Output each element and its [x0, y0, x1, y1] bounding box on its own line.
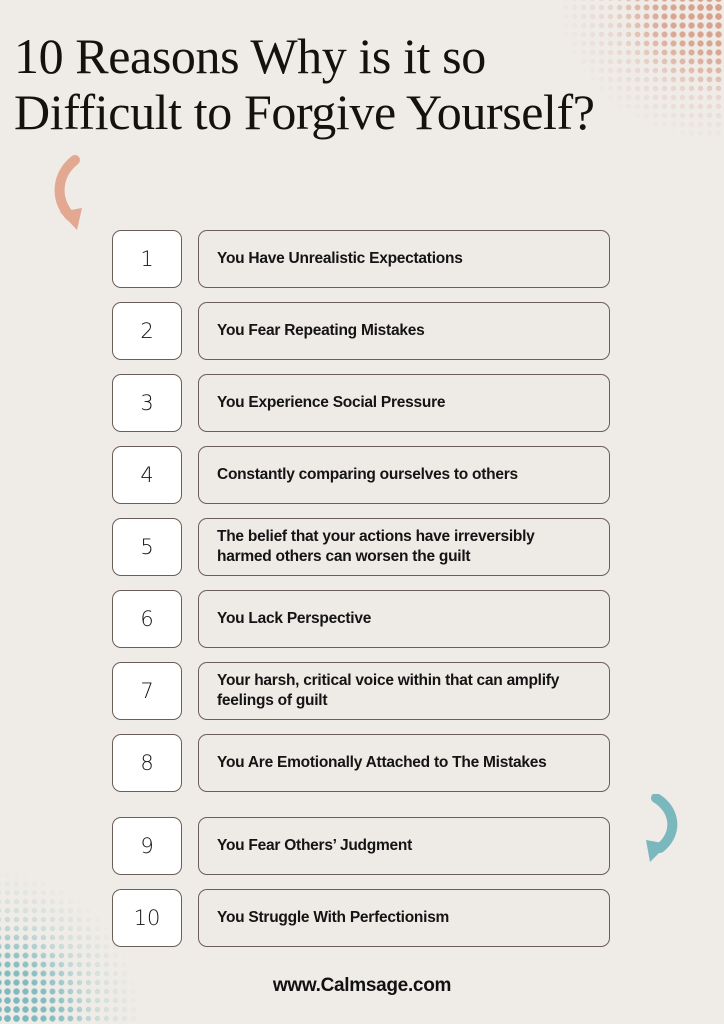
- reason-number: 8: [140, 751, 154, 775]
- list-item[interactable]: 2 You Fear Repeating Mistakes: [112, 302, 612, 360]
- reason-number: 10: [133, 906, 161, 930]
- reason-number-badge: 5: [112, 518, 182, 576]
- reason-number-badge: 2: [112, 302, 182, 360]
- reason-text: You Struggle With Perfectionism: [217, 909, 450, 926]
- reason-text: You Fear Repeating Mistakes: [217, 322, 425, 339]
- list-item[interactable]: 7 Your harsh, critical voice within that…: [112, 662, 612, 720]
- reason-number: 4: [140, 463, 154, 487]
- reason-number-badge: 4: [112, 446, 182, 504]
- reason-text: You Are Emotionally Attached to The Mist…: [217, 754, 547, 771]
- reason-number: 6: [140, 607, 154, 631]
- reason-text-card: Constantly comparing ourselves to others: [198, 446, 610, 504]
- reason-number-badge: 1: [112, 230, 182, 288]
- reason-text-card: You Have Unrealistic Expectations: [198, 230, 610, 288]
- list-item[interactable]: 1 You Have Unrealistic Expectations: [112, 230, 612, 288]
- reason-text-card: You Lack Perspective: [198, 590, 610, 648]
- reason-number: 2: [140, 319, 154, 343]
- reason-text-card: You Experience Social Pressure: [198, 374, 610, 432]
- list-item[interactable]: 9 You Fear Others’ Judgment: [112, 817, 612, 875]
- reason-text: You Have Unrealistic Expectations: [217, 250, 463, 267]
- list-item[interactable]: 8 You Are Emotionally Attached to The Mi…: [112, 734, 612, 792]
- reason-number: 9: [140, 834, 154, 858]
- list-item[interactable]: 3 You Experience Social Pressure: [112, 374, 612, 432]
- reason-text: You Lack Perspective: [217, 610, 372, 627]
- curved-arrow-down-left-icon: [628, 793, 690, 875]
- reason-number-badge: 8: [112, 734, 182, 792]
- reason-list: 1 You Have Unrealistic Expectations 2 Yo…: [112, 230, 612, 961]
- reason-number: 3: [140, 391, 154, 415]
- reason-number: 7: [140, 679, 154, 703]
- reason-number-badge: 7: [112, 662, 182, 720]
- reason-number-badge: 6: [112, 590, 182, 648]
- reason-text: Your harsh, critical voice within that c…: [217, 672, 560, 709]
- reason-text-card: The belief that your actions have irreve…: [198, 518, 610, 576]
- list-item[interactable]: 10 You Struggle With Perfectionism: [112, 889, 612, 947]
- reason-text-card: You Fear Others’ Judgment: [198, 817, 610, 875]
- reason-number-badge: 3: [112, 374, 182, 432]
- reason-text-card: You Are Emotionally Attached to The Mist…: [198, 734, 610, 792]
- curved-arrow-down-right-icon: [44, 152, 100, 241]
- reason-text-card: You Fear Repeating Mistakes: [198, 302, 610, 360]
- reason-text-card: You Struggle With Perfectionism: [198, 889, 610, 947]
- list-item[interactable]: 5 The belief that your actions have irre…: [112, 518, 612, 576]
- reason-text: You Fear Others’ Judgment: [217, 837, 413, 854]
- infographic-poster: 10 Reasons Why is it so Difficult to For…: [0, 0, 724, 1024]
- reason-text: The belief that your actions have irreve…: [217, 528, 535, 565]
- reason-number: 5: [140, 535, 154, 559]
- reason-number: 1: [140, 247, 154, 271]
- reason-text: Constantly comparing ourselves to others: [217, 466, 518, 483]
- reason-number-badge: 9: [112, 817, 182, 875]
- list-item[interactable]: 6 You Lack Perspective: [112, 590, 612, 648]
- footer-website[interactable]: www.Calmsage.com: [0, 975, 724, 997]
- list-item[interactable]: 4 Constantly comparing ourselves to othe…: [112, 446, 612, 504]
- reason-text-card: Your harsh, critical voice within that c…: [198, 662, 610, 720]
- reason-text: You Experience Social Pressure: [217, 394, 446, 411]
- reason-number-badge: 10: [112, 889, 182, 947]
- page-title: 10 Reasons Why is it so Difficult to For…: [14, 28, 595, 140]
